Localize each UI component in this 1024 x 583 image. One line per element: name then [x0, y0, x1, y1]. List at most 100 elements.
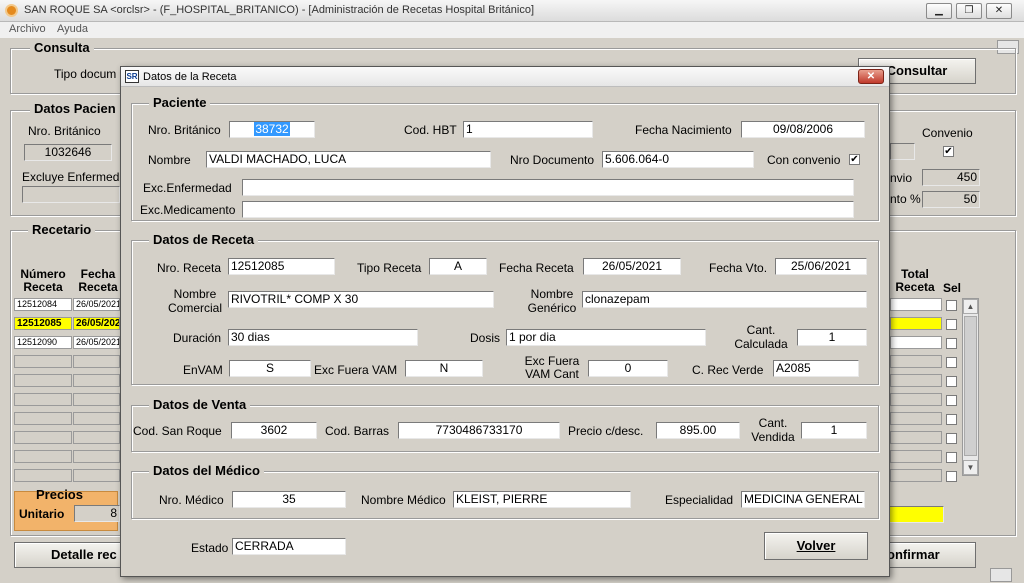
- precio-desc-field[interactable]: 895.00: [656, 422, 740, 439]
- table-row-empty[interactable]: [73, 355, 120, 368]
- duracion-field[interactable]: 30 dias: [228, 329, 418, 346]
- table-row-empty[interactable]: [14, 393, 72, 406]
- precios-title: Precios: [36, 487, 83, 502]
- cant-vendida-field[interactable]: 1: [801, 422, 867, 439]
- col-total-receta: Total Receta: [895, 267, 935, 294]
- detalle-receta-button[interactable]: Detalle rec: [14, 542, 122, 568]
- menu-archivo[interactable]: Archivo: [9, 23, 46, 35]
- table-row-empty[interactable]: [73, 374, 120, 387]
- c-rec-verde-field[interactable]: A2085: [773, 360, 859, 377]
- table-row-empty[interactable]: [73, 412, 120, 425]
- cod-barras-field[interactable]: 7730486733170: [398, 422, 560, 439]
- total-cell[interactable]: [890, 431, 942, 444]
- nro-britanico-field[interactable]: 1032646: [24, 144, 112, 161]
- sel-checkbox[interactable]: [946, 338, 957, 349]
- total-cell[interactable]: [890, 469, 942, 482]
- excluye-enfermedad-field[interactable]: [22, 186, 120, 203]
- especialidad-field[interactable]: MEDICINA GENERAL: [741, 491, 865, 508]
- sel-checkbox[interactable]: [946, 414, 957, 425]
- sel-checkbox[interactable]: [946, 452, 957, 463]
- table-row-empty[interactable]: [73, 431, 120, 444]
- convenio-value-field[interactable]: [890, 143, 915, 160]
- nombre-generico-field[interactable]: clonazepam: [582, 291, 867, 308]
- table-row-numero[interactable]: 12512084: [14, 298, 72, 311]
- exc-medicamento-field[interactable]: [242, 201, 854, 218]
- window-title: SAN ROQUE SA <orclsr> - (F_HOSPITAL_BRIT…: [24, 4, 535, 16]
- nombre-generico-label-line1: Nombre: [530, 287, 574, 301]
- recetario-scrollbar[interactable]: ▲ ▼: [962, 298, 979, 476]
- total-yellow-field[interactable]: [888, 506, 944, 523]
- nombre-medico-field[interactable]: KLEIST, PIERRE: [453, 491, 631, 508]
- fecha-nacimiento-field[interactable]: 09/08/2006: [741, 121, 865, 138]
- convenio-checkbox[interactable]: ✔: [943, 146, 954, 157]
- dosis-field[interactable]: 1 por dia: [506, 329, 706, 346]
- sel-checkbox[interactable]: [946, 376, 957, 387]
- sel-checkbox[interactable]: [946, 357, 957, 368]
- table-row-empty[interactable]: [14, 355, 72, 368]
- unitario-field[interactable]: 8: [74, 505, 120, 522]
- fecha-receta-field[interactable]: 26/05/2021: [583, 258, 681, 275]
- close-window-button[interactable]: ✕: [986, 3, 1012, 19]
- nombre-comercial-field[interactable]: RIVOTRIL* COMP X 30: [228, 291, 494, 308]
- scroll-thumb[interactable]: [964, 316, 977, 456]
- total-cell[interactable]: [890, 298, 942, 311]
- total-cell[interactable]: [890, 374, 942, 387]
- table-row-numero-selected[interactable]: 12512085: [14, 317, 72, 330]
- table-row-empty[interactable]: [73, 450, 120, 463]
- sel-checkbox[interactable]: [946, 395, 957, 406]
- total-cell[interactable]: [890, 355, 942, 368]
- exc-enfermedad-label: Exc.Enfermedad: [143, 181, 232, 195]
- nro-britanico-label: Nro. Británico: [28, 124, 101, 138]
- tipo-documento-label: Tipo docum: [54, 67, 117, 81]
- sel-checkbox[interactable]: [946, 319, 957, 330]
- scroll-down-icon[interactable]: ▼: [963, 460, 978, 475]
- table-row-fecha[interactable]: 26/05/2021: [73, 298, 120, 311]
- estado-field[interactable]: CERRADA: [232, 538, 346, 555]
- table-row-empty[interactable]: [14, 450, 72, 463]
- nro-documento-field[interactable]: 5.606.064-0: [602, 151, 754, 168]
- nro-receta-field[interactable]: 12512085: [228, 258, 335, 275]
- exc-fuera-vam-cant-field[interactable]: 0: [588, 360, 668, 377]
- table-row-empty[interactable]: [73, 469, 120, 482]
- fecha-vto-field[interactable]: 25/06/2021: [775, 258, 867, 275]
- table-row-empty[interactable]: [14, 374, 72, 387]
- cod-hbt-label: Cod. HBT: [404, 123, 457, 137]
- total-cell[interactable]: [890, 412, 942, 425]
- table-row-fecha[interactable]: 26/05/2021: [73, 336, 120, 349]
- table-row-empty[interactable]: [14, 412, 72, 425]
- sel-checkbox[interactable]: [946, 433, 957, 444]
- scroll-up-icon[interactable]: ▲: [963, 299, 978, 314]
- cod-hbt-field[interactable]: 1: [463, 121, 593, 138]
- cod-san-roque-field[interactable]: 3602: [231, 422, 317, 439]
- total-cell-selected[interactable]: [890, 317, 942, 330]
- sel-checkbox[interactable]: [946, 471, 957, 482]
- nro-britanico-field[interactable]: 38732: [229, 121, 315, 138]
- table-row-empty[interactable]: [14, 431, 72, 444]
- nombre-field[interactable]: VALDI MACHADO, LUCA: [206, 151, 491, 168]
- table-row-fecha-selected[interactable]: 26/05/2021: [73, 317, 120, 330]
- con-convenio-checkbox[interactable]: ✔: [849, 154, 860, 165]
- restore-button[interactable]: ❐: [956, 3, 982, 19]
- exc-fuera-vam-field[interactable]: N: [405, 360, 483, 377]
- total-cell[interactable]: [890, 336, 942, 349]
- cant-calculada-field[interactable]: 1: [797, 329, 867, 346]
- nombre-label: Nombre: [148, 153, 191, 167]
- descuento-field[interactable]: 50: [922, 191, 980, 208]
- table-row-numero[interactable]: 12512090: [14, 336, 72, 349]
- volver-button[interactable]: Volver: [764, 532, 868, 560]
- envio-field[interactable]: 450: [922, 169, 980, 186]
- nro-receta-label: Nro. Receta: [157, 261, 222, 275]
- table-row-empty[interactable]: [73, 393, 120, 406]
- tipo-receta-field[interactable]: A: [429, 258, 487, 275]
- table-row-empty[interactable]: [14, 469, 72, 482]
- nro-medico-field[interactable]: 35: [232, 491, 346, 508]
- minimize-button[interactable]: ▁: [926, 3, 952, 19]
- total-cell[interactable]: [890, 393, 942, 406]
- dialog-close-button[interactable]: ✕: [858, 69, 884, 84]
- menu-ayuda[interactable]: Ayuda: [57, 23, 88, 35]
- sel-checkbox[interactable]: [946, 300, 957, 311]
- envam-field[interactable]: S: [229, 360, 311, 377]
- total-cell[interactable]: [890, 450, 942, 463]
- exc-enfermedad-field[interactable]: [242, 179, 854, 196]
- especialidad-label: Especialidad: [665, 493, 734, 507]
